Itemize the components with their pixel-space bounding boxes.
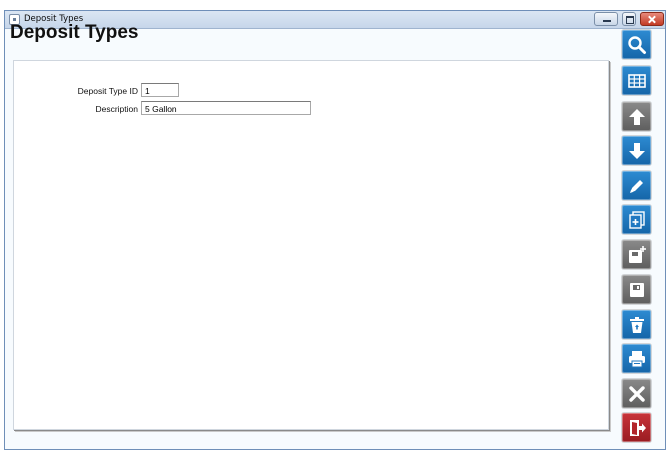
description-label: Description (95, 104, 138, 114)
x-icon (628, 385, 645, 402)
deposit-type-id-label: Deposit Type ID (77, 86, 138, 96)
print-button[interactable] (622, 344, 651, 373)
page-title: Deposit Types (10, 22, 139, 43)
deposit-type-id-field[interactable]: 1 (141, 83, 179, 97)
edit-button[interactable] (622, 171, 651, 200)
arrow-up-icon (628, 108, 645, 125)
exit-button[interactable] (622, 413, 651, 442)
exit-door-icon (629, 419, 646, 436)
previous-record-button[interactable] (622, 102, 651, 131)
printer-icon (628, 350, 645, 367)
grid-icon (627, 73, 646, 88)
cancel-button[interactable] (622, 379, 651, 408)
copy-icon (628, 210, 645, 229)
delete-button[interactable] (622, 310, 651, 339)
copy-button[interactable] (622, 205, 651, 234)
save-button[interactable] (622, 275, 651, 304)
arrow-down-icon (628, 142, 645, 159)
trash-icon (629, 316, 644, 333)
minimize-button[interactable] (594, 12, 618, 26)
maximize-button[interactable] (622, 12, 636, 26)
search-icon (627, 35, 646, 54)
pencil-icon (629, 179, 643, 193)
form-panel (13, 60, 609, 430)
save-icon (629, 282, 644, 297)
next-record-button[interactable] (622, 136, 651, 165)
grid-view-button[interactable] (622, 66, 651, 95)
save-new-icon (628, 245, 646, 263)
description-field[interactable]: 5 Gallon (141, 101, 311, 115)
new-record-button[interactable] (622, 240, 651, 269)
close-button[interactable] (640, 12, 664, 26)
search-button[interactable] (622, 30, 651, 59)
